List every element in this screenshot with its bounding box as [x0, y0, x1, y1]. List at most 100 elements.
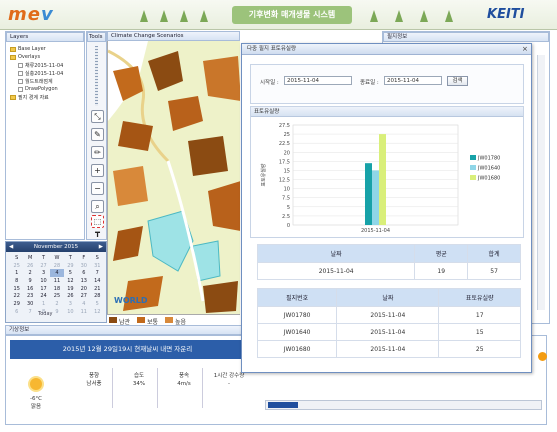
calendar-day[interactable]: 29: [10, 300, 23, 308]
end-date-label: 종료일 :: [360, 80, 379, 86]
calendar-day[interactable]: 17: [37, 285, 50, 293]
calendar-day[interactable]: 24: [37, 292, 50, 300]
map-parcel: [188, 136, 228, 176]
layer-item[interactable]: Base Layer: [10, 46, 46, 52]
calendar-day[interactable]: 15: [10, 285, 23, 293]
end-date-input[interactable]: 2015-11-04: [384, 76, 442, 85]
calendar-day[interactable]: 26: [64, 292, 77, 300]
calendar-day[interactable]: 19: [64, 285, 77, 293]
table-row[interactable]: JW01640 2015-11-04 15: [256, 323, 521, 341]
checkbox-icon[interactable]: [18, 71, 23, 76]
calendar-day[interactable]: 21: [91, 285, 104, 293]
zoom-slider[interactable]: [95, 46, 98, 106]
calendar-day[interactable]: 6: [77, 269, 90, 277]
close-icon[interactable]: ×: [522, 45, 528, 53]
calendar-day[interactable]: 9: [23, 277, 36, 285]
select-area-icon[interactable]: ⬚: [91, 215, 104, 228]
table-row[interactable]: 2015-11-04 19 57: [256, 262, 521, 280]
map-tab[interactable]: Climate Change Scenarios: [107, 31, 240, 41]
calendar-day[interactable]: 12: [91, 308, 104, 316]
layer-item[interactable]: Overlays: [10, 54, 40, 60]
weather-cell-label: 풍향: [88, 373, 100, 379]
map-canvas[interactable]: [108, 41, 240, 324]
scroll-thumb[interactable]: [268, 402, 298, 408]
calendar-day[interactable]: 7: [23, 308, 36, 316]
app-logo[interactable]: mev: [8, 4, 54, 25]
timeline-marker-icon[interactable]: [538, 352, 547, 361]
next-month-icon[interactable]: ▶: [99, 242, 103, 252]
checkbox-icon[interactable]: [18, 79, 23, 84]
zoom-extent-icon[interactable]: ⤡: [91, 110, 104, 123]
map-view[interactable]: WORLD: [107, 41, 240, 324]
calendar-day[interactable]: 30: [23, 300, 36, 308]
layer-item[interactable]: 월드트래점계: [18, 78, 53, 85]
calendar-day[interactable]: 2: [50, 300, 63, 308]
magnifier-icon[interactable]: ⌕: [91, 200, 104, 213]
checkbox-icon[interactable]: [18, 63, 23, 68]
draw-line-icon[interactable]: ✏: [91, 146, 104, 159]
calendar-month-label[interactable]: November 2015: [34, 244, 78, 250]
calendar-day[interactable]: 26: [23, 262, 36, 270]
calendar-day[interactable]: 27: [77, 292, 90, 300]
zoom-out-icon[interactable]: −: [91, 182, 104, 195]
calendar-day[interactable]: 16: [23, 285, 36, 293]
weather-cell: 풍속 4m/s: [160, 372, 208, 388]
calendar-day[interactable]: 29: [64, 262, 77, 270]
folder-icon: [10, 54, 16, 60]
vertical-scrollbar[interactable]: [537, 55, 545, 310]
calendar-day[interactable]: 22: [10, 292, 23, 300]
start-date-input[interactable]: 2015-11-04: [284, 76, 352, 85]
table-cell: 2015-11-04: [336, 340, 440, 358]
calendar-day[interactable]: 10: [64, 308, 77, 316]
checkbox-icon[interactable]: [18, 86, 23, 92]
table-row[interactable]: JW01780 2015-11-04 17: [256, 306, 521, 324]
table-cell: 15: [438, 323, 521, 341]
calendar-day[interactable]: 20: [77, 285, 90, 293]
calendar-day[interactable]: 28: [91, 292, 104, 300]
map-parcel: [203, 56, 240, 101]
calendar-day[interactable]: 4: [77, 300, 90, 308]
calendar-day[interactable]: 5: [91, 300, 104, 308]
calendar-day[interactable]: 14: [91, 277, 104, 285]
table-row[interactable]: JW01680 2015-11-04 25: [256, 340, 521, 358]
calendar-day[interactable]: 23: [23, 292, 36, 300]
zoom-in-icon[interactable]: +: [91, 164, 104, 177]
calendar-day[interactable]: 27: [37, 262, 50, 270]
calendar-day[interactable]: 1: [37, 300, 50, 308]
calendar-day[interactable]: 6: [10, 308, 23, 316]
calendar-day[interactable]: 25: [50, 292, 63, 300]
brand-logo[interactable]: KEITI: [487, 7, 525, 22]
search-button[interactable]: 검색: [447, 76, 468, 86]
calendar-day[interactable]: 4: [50, 269, 64, 278]
calendar-day[interactable]: 5: [64, 269, 77, 277]
pan-icon[interactable]: ┳: [91, 229, 104, 238]
layer-item[interactable]: 실충2015-11-04: [18, 70, 63, 77]
pencil-icon[interactable]: ✎: [91, 128, 104, 141]
calendar-day[interactable]: 2: [23, 269, 36, 277]
calendar-day[interactable]: 1: [10, 269, 23, 277]
calendar-day[interactable]: 12: [64, 277, 77, 285]
calendar-day[interactable]: 31: [91, 262, 104, 270]
calendar-day[interactable]: 25: [10, 262, 23, 270]
prev-month-icon[interactable]: ◀: [9, 242, 13, 252]
dialog-title[interactable]: 다중 필지 표토유실량: [242, 44, 531, 55]
today-button[interactable]: Today: [38, 311, 52, 317]
layer-item[interactable]: 채류2015-11-04: [18, 62, 63, 69]
calendar-day[interactable]: 7: [91, 269, 104, 277]
table-cell: 25: [438, 340, 521, 358]
calendar-day[interactable]: 18: [50, 285, 63, 293]
calendar-day[interactable]: 11: [50, 277, 63, 285]
calendar-day[interactable]: 3: [64, 300, 77, 308]
tree-decoration: [420, 10, 428, 22]
calendar-day[interactable]: 8: [10, 277, 23, 285]
calendar-day[interactable]: 28: [50, 262, 63, 270]
layer-item[interactable]: DrawPolygon: [18, 86, 58, 92]
weather-cell: 1시간 강수량 -: [205, 372, 253, 388]
calendar-day[interactable]: 10: [37, 277, 50, 285]
calendar-day[interactable]: 13: [77, 277, 90, 285]
layer-item[interactable]: 필지 경계 자료: [10, 94, 49, 101]
calendar-day[interactable]: 3: [37, 269, 50, 277]
calendar-day[interactable]: 30: [77, 262, 90, 270]
horizontal-scrollbar[interactable]: [265, 400, 542, 410]
calendar-day[interactable]: 11: [77, 308, 90, 316]
